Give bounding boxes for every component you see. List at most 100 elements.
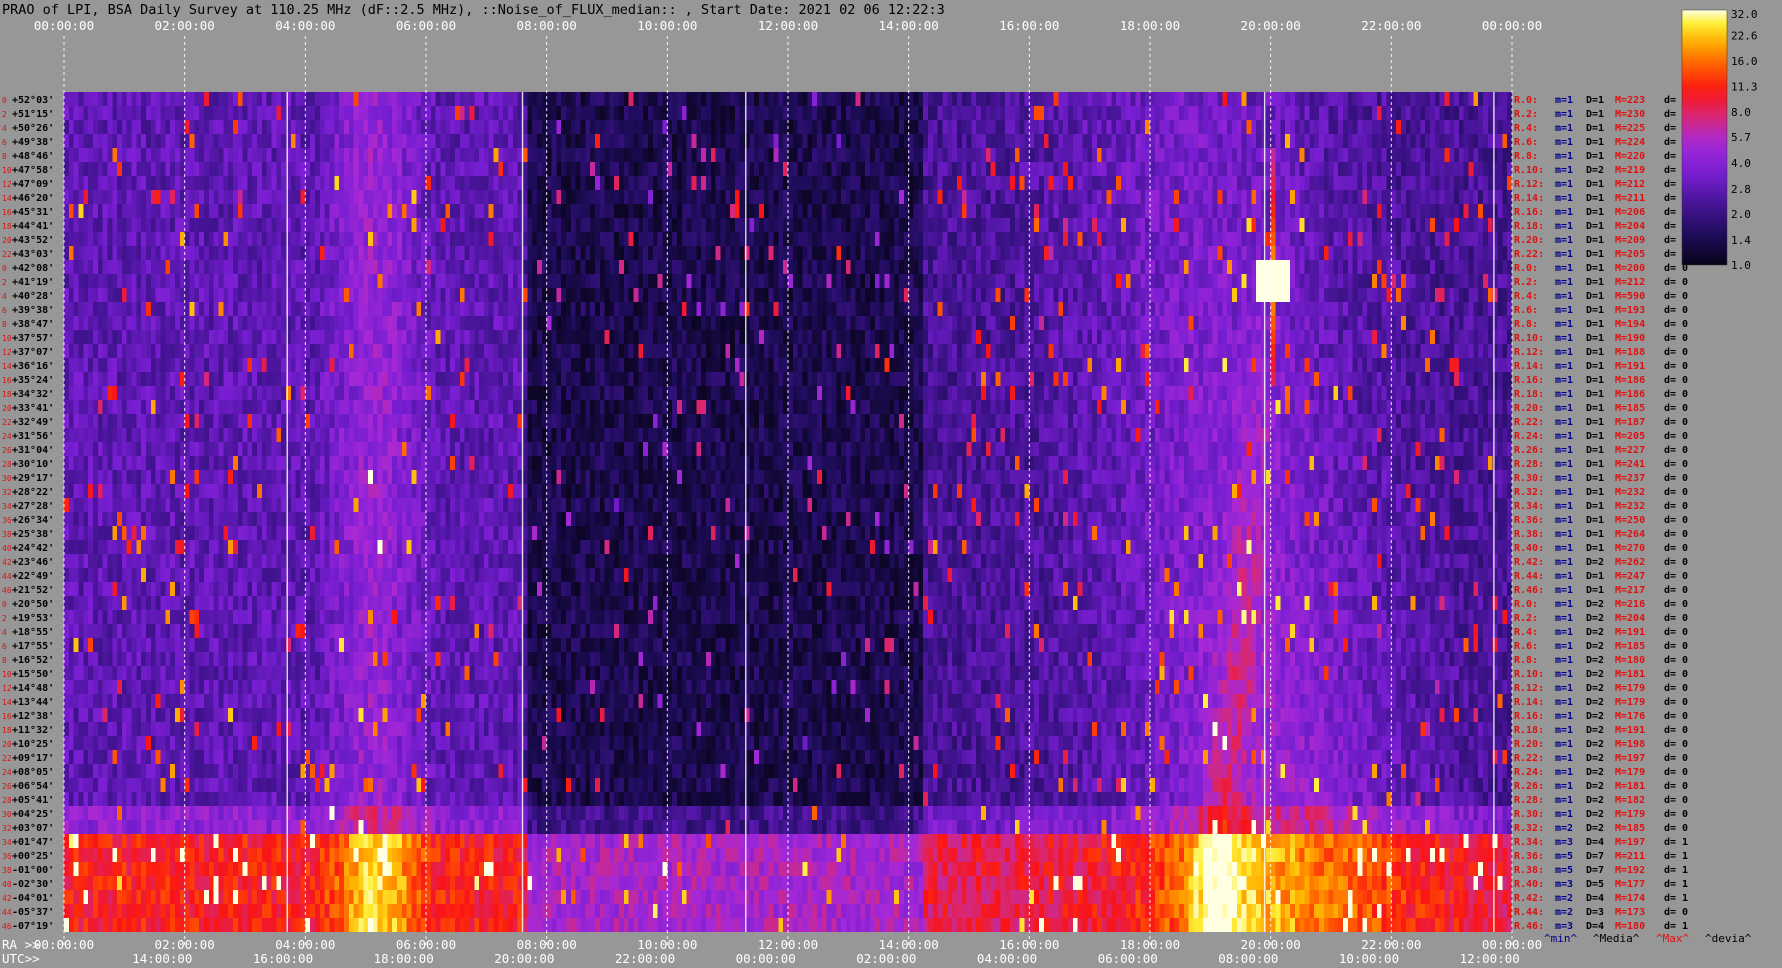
row-index: 44 [2, 572, 12, 581]
row-stat: d= 0 [1664, 767, 1688, 778]
utc-tick-label: 22:00:00 [615, 951, 675, 966]
row-stat: M=194 [1615, 319, 1645, 330]
row-stat: D=1 [1586, 459, 1604, 470]
row-stat: m=1 [1555, 249, 1573, 260]
ra-tick-label: 04:00:00 [275, 937, 335, 952]
row-stat: M=217 [1615, 585, 1645, 596]
row-index: 14 [2, 194, 12, 203]
row-index: 46 [2, 586, 12, 595]
row-stat: M=179 [1615, 697, 1645, 708]
row-stat: m=1 [1555, 403, 1573, 414]
ra-tick-label: 06:00:00 [396, 937, 456, 952]
top-tick-label: 02:00:00 [155, 18, 215, 33]
row-stat: D=2 [1586, 557, 1604, 568]
row-index: 12 [2, 348, 12, 357]
dec-label: +12°38' [12, 711, 54, 722]
dec-label: +52°03' [12, 95, 54, 106]
row-stat: m=1 [1555, 235, 1573, 246]
row-stat: d= 0 [1664, 445, 1688, 456]
row-stat: m=1 [1555, 319, 1573, 330]
row-stat: R.6: [1514, 305, 1538, 316]
row-stat: M=590 [1615, 291, 1645, 302]
survey-figure: PRAO of LPI, BSA Daily Survey at 110.25 … [0, 0, 1782, 968]
row-stat: m=1 [1555, 515, 1573, 526]
row-index: 6 [2, 642, 7, 651]
row-index: 32 [2, 824, 12, 833]
dec-label: +43°52' [12, 235, 54, 246]
row-stat: D=1 [1586, 109, 1604, 120]
row-stat: R.38: [1514, 865, 1544, 876]
row-stat: M=179 [1615, 767, 1645, 778]
top-tick-label: 10:00:00 [637, 18, 697, 33]
dec-label: +23°46' [12, 557, 54, 568]
top-tick-label: 08:00:00 [517, 18, 577, 33]
utc-tick-label: 00:00:00 [736, 951, 796, 966]
row-stat: d= 0 [1664, 585, 1688, 596]
row-stat: R.0: [1514, 95, 1538, 106]
row-stat: m=1 [1555, 165, 1573, 176]
row-stat: M=250 [1615, 515, 1645, 526]
row-stat: R.2: [1514, 277, 1538, 288]
row-stat: D=2 [1586, 711, 1604, 722]
dec-label: +25°38' [12, 529, 54, 540]
row-stat: m=1 [1555, 431, 1573, 442]
dec-label: +49°38' [12, 137, 54, 148]
row-stat: D=1 [1586, 585, 1604, 596]
row-stat: R.36: [1514, 851, 1544, 862]
row-index: 34 [2, 502, 12, 511]
row-stat: d= 0 [1664, 669, 1688, 680]
ra-tick-label: 10:00:00 [637, 937, 697, 952]
row-stat: R.30: [1514, 809, 1544, 820]
row-stat: M=191 [1615, 361, 1645, 372]
row-stat: m=1 [1555, 361, 1573, 372]
row-index: 40 [2, 880, 12, 889]
row-index: 36 [2, 516, 12, 525]
ra-tick-label: 20:00:00 [1241, 937, 1301, 952]
row-stat: D=2 [1586, 739, 1604, 750]
row-stat: M=182 [1615, 795, 1645, 806]
top-tick-label: 12:00:00 [758, 18, 818, 33]
row-stat: D=1 [1586, 375, 1604, 386]
row-stat: d= 0 [1664, 725, 1688, 736]
row-stat: d= 0 [1664, 291, 1688, 302]
row-stat: m=3 [1555, 921, 1573, 932]
row-index: 24 [2, 432, 12, 441]
row-stat: d= 0 [1664, 459, 1688, 470]
row-stat: R.6: [1514, 137, 1538, 148]
row-index: 20 [2, 404, 12, 413]
row-stat: M=186 [1615, 375, 1645, 386]
utc-tick-label: 12:00:00 [1460, 951, 1520, 966]
row-stat: m=1 [1555, 137, 1573, 148]
row-stat: D=1 [1586, 179, 1604, 190]
dec-label: -02°30' [12, 879, 54, 890]
dec-label: +37°07' [12, 347, 54, 358]
row-index: 2 [2, 614, 7, 623]
row-stat: R.44: [1514, 907, 1544, 918]
row-index: 20 [2, 740, 12, 749]
row-stat: R.4: [1514, 627, 1538, 638]
row-stat: M=187 [1615, 417, 1645, 428]
row-stat: M=180 [1615, 921, 1645, 932]
ra-tick-label: 02:00:00 [155, 937, 215, 952]
top-tick-label: 18:00:00 [1120, 18, 1180, 33]
row-index: 2 [2, 110, 7, 119]
dec-label: +16°52' [12, 655, 54, 666]
row-index: 0 [2, 600, 7, 609]
row-stat: M=179 [1615, 683, 1645, 694]
row-stat: m=1 [1555, 585, 1573, 596]
row-stat: R.22: [1514, 249, 1544, 260]
utc-tick-label: 04:00:00 [977, 951, 1037, 966]
row-stat: m=1 [1555, 669, 1573, 680]
row-stat: R.42: [1514, 557, 1544, 568]
row-index: 24 [2, 768, 12, 777]
utc-axis-label: UTC>> [2, 951, 40, 966]
row-stat: M=206 [1615, 207, 1645, 218]
row-stat: d= 0 [1664, 487, 1688, 498]
dec-label: +19°53' [12, 613, 54, 624]
row-stat: d= 1 [1664, 851, 1688, 862]
row-stat: D=2 [1586, 809, 1604, 820]
row-stat: R.8: [1514, 655, 1538, 666]
utc-tick-label: 02:00:00 [856, 951, 916, 966]
row-stat: D=1 [1586, 389, 1604, 400]
row-stat: M=185 [1615, 403, 1645, 414]
